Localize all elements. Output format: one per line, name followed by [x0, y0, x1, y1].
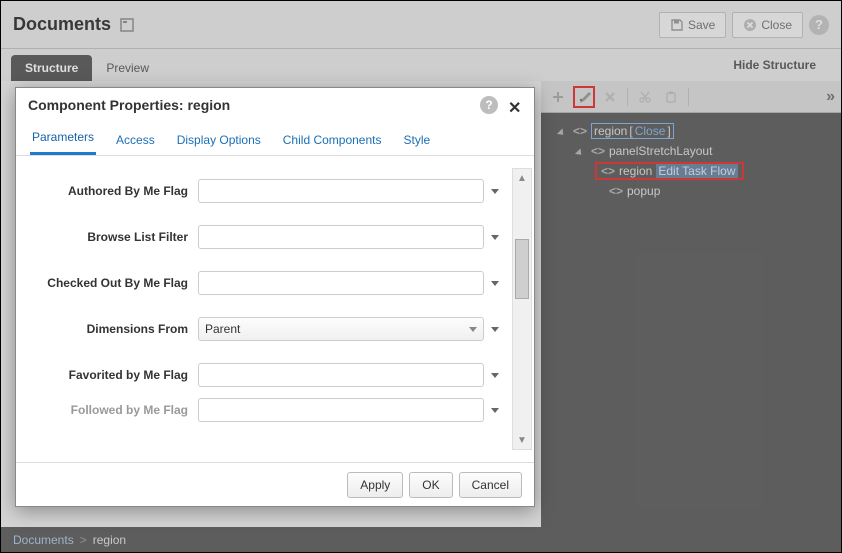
- dropdown-icon[interactable]: [484, 225, 506, 249]
- param-input[interactable]: [198, 225, 484, 249]
- param-label: Dimensions From: [28, 322, 198, 336]
- dialog-title: Component Properties: region: [28, 97, 230, 113]
- dropdown-icon[interactable]: [484, 179, 506, 203]
- scroll-up-icon[interactable]: ▲: [513, 169, 531, 187]
- param-field: [198, 271, 506, 295]
- param-field: [198, 398, 506, 422]
- dialog-tabs: Parameters Access Display Options Child …: [16, 122, 534, 156]
- apply-button[interactable]: Apply: [347, 472, 403, 498]
- param-label: Checked Out By Me Flag: [28, 276, 198, 290]
- dropdown-icon[interactable]: [484, 363, 506, 387]
- dialog-titlebar: Component Properties: region ? ✕: [16, 88, 534, 122]
- tab-child-components[interactable]: Child Components: [281, 125, 384, 155]
- param-row: Dimensions From Parent: [28, 306, 506, 352]
- scrollbar[interactable]: ▲ ▼: [512, 168, 532, 450]
- param-input[interactable]: [198, 398, 484, 422]
- param-row: Favorited by Me Flag: [28, 352, 506, 398]
- param-input[interactable]: [198, 271, 484, 295]
- parameters-list: Authored By Me Flag Browse List Filter C…: [28, 168, 506, 450]
- component-properties-dialog: Component Properties: region ? ✕ Paramet…: [15, 87, 535, 507]
- dropdown-icon[interactable]: [484, 271, 506, 295]
- scroll-thumb[interactable]: [515, 239, 529, 299]
- dialog-close-icon[interactable]: ✕: [508, 98, 522, 112]
- param-field: [198, 225, 506, 249]
- param-row: Followed by Me Flag: [28, 398, 506, 422]
- param-label: Followed by Me Flag: [28, 403, 198, 417]
- param-select[interactable]: Parent: [198, 317, 484, 341]
- dropdown-icon[interactable]: [484, 317, 506, 341]
- ok-button[interactable]: OK: [409, 472, 452, 498]
- tab-display-options[interactable]: Display Options: [175, 125, 263, 155]
- dialog-body: Authored By Me Flag Browse List Filter C…: [16, 156, 534, 462]
- param-field: Parent: [198, 317, 506, 341]
- param-field: [198, 179, 506, 203]
- param-input[interactable]: [198, 179, 484, 203]
- dropdown-icon[interactable]: [484, 398, 506, 422]
- param-label: Favorited by Me Flag: [28, 368, 198, 382]
- tab-style[interactable]: Style: [401, 125, 432, 155]
- dialog-help-icon[interactable]: ?: [480, 96, 498, 114]
- param-row: Checked Out By Me Flag: [28, 260, 506, 306]
- scroll-down-icon[interactable]: ▼: [513, 431, 531, 449]
- param-field: [198, 363, 506, 387]
- param-label: Authored By Me Flag: [28, 184, 198, 198]
- cancel-button[interactable]: Cancel: [459, 472, 522, 498]
- param-label: Browse List Filter: [28, 230, 198, 244]
- select-value: Parent: [205, 322, 240, 336]
- tab-access[interactable]: Access: [114, 125, 157, 155]
- dialog-footer: Apply OK Cancel: [16, 462, 534, 506]
- param-row: Browse List Filter: [28, 214, 506, 260]
- param-row: Authored By Me Flag: [28, 168, 506, 214]
- tab-parameters[interactable]: Parameters: [30, 122, 96, 155]
- param-input[interactable]: [198, 363, 484, 387]
